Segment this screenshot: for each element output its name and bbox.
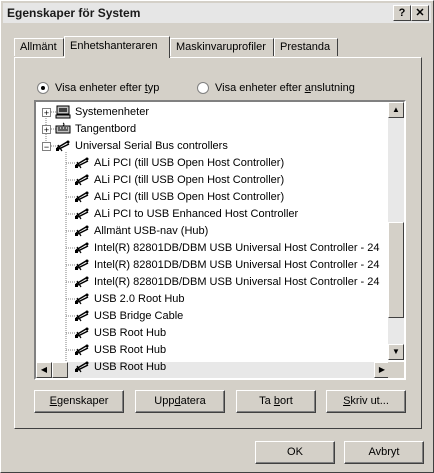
tree-item-label: USB Bridge Cable bbox=[94, 310, 184, 322]
tab-hardware-profiles[interactable]: Maskinvaruprofiler bbox=[170, 38, 274, 56]
expand-toggle-icon[interactable]: + bbox=[42, 107, 51, 117]
tree-device-item[interactable]: USB Root Hub bbox=[74, 359, 166, 375]
tree-device-item[interactable]: ALi PCI (till USB Open Host Controller) bbox=[74, 155, 284, 171]
tree-device-item[interactable]: USB 2.0 Root Hub bbox=[74, 291, 185, 307]
tree-device-item[interactable]: ALi PCI (till USB Open Host Controller) bbox=[74, 172, 284, 188]
tree-item-label: Systemenheter bbox=[75, 106, 149, 118]
tree-device-item[interactable]: Intel(R) 82801DB/DBM USB Universal Host … bbox=[74, 274, 380, 290]
device-tree[interactable]: ▲ ▼ ◀ ▶ + Systemenheter + Tangentbord − Unive… bbox=[34, 100, 406, 380]
tree-item-label: ALi PCI (till USB Open Host Controller) bbox=[94, 174, 285, 186]
tree-item-label: USB Root Hub bbox=[94, 344, 167, 356]
keyboard-icon bbox=[55, 122, 71, 136]
usb-icon bbox=[74, 275, 90, 289]
usb-icon bbox=[74, 241, 90, 255]
tree-item-label: Allmänt USB-nav (Hub) bbox=[94, 225, 209, 237]
tree-category[interactable]: + Tangentbord bbox=[42, 121, 136, 137]
scroll-left-button[interactable]: ◀ bbox=[36, 362, 52, 378]
usb-icon bbox=[74, 207, 90, 221]
tree-item-label: Intel(R) 82801DB/DBM USB Universal Host … bbox=[94, 276, 380, 288]
usb-icon bbox=[74, 343, 90, 357]
tree-item-label: USB Root Hub bbox=[94, 327, 167, 339]
scroll-thumb[interactable] bbox=[388, 222, 404, 318]
ok-button[interactable]: OK bbox=[255, 441, 335, 464]
tree-device-item[interactable]: Allmänt USB-nav (Hub) bbox=[74, 223, 208, 239]
tree-item-label: Universal Serial Bus controllers bbox=[75, 140, 228, 152]
help-button[interactable]: ? bbox=[393, 5, 411, 21]
tree-item-label: ALi PCI (till USB Open Host Controller) bbox=[94, 157, 285, 169]
usb-icon bbox=[74, 292, 90, 306]
expand-toggle-icon[interactable]: − bbox=[42, 141, 51, 151]
usb-icon bbox=[55, 139, 71, 153]
tab-performance[interactable]: Prestanda bbox=[274, 38, 338, 56]
tree-item-label: ALi PCI to USB Enhanced Host Controller bbox=[94, 208, 299, 220]
usb-icon bbox=[74, 173, 90, 187]
horizontal-scroll-thumb[interactable] bbox=[52, 362, 68, 378]
tree-item-label: USB Root Hub bbox=[94, 361, 167, 373]
tree-device-item[interactable]: ALi PCI to USB Enhanced Host Controller bbox=[74, 206, 298, 222]
tree-category[interactable]: − Universal Serial Bus controllers bbox=[42, 138, 228, 154]
radio-view-by-connection[interactable]: Visa enheter efter anslutning bbox=[197, 82, 355, 94]
remove-button[interactable]: Ta bort bbox=[236, 390, 316, 413]
scroll-down-button[interactable]: ▼ bbox=[388, 344, 404, 360]
scroll-up-button[interactable]: ▲ bbox=[388, 102, 404, 118]
tree-item-label: Tangentbord bbox=[75, 123, 137, 135]
tree-device-item[interactable]: Intel(R) 82801DB/DBM USB Universal Host … bbox=[74, 257, 380, 273]
computer-icon bbox=[55, 105, 71, 119]
tree-category[interactable]: + Systemenheter bbox=[42, 104, 149, 120]
print-button[interactable]: Skriv ut... bbox=[326, 390, 406, 413]
radio-selected-icon bbox=[37, 82, 49, 94]
properties-button[interactable]: Egenskaper bbox=[34, 390, 124, 413]
refresh-button[interactable]: Uppdatera bbox=[135, 390, 225, 413]
tree-device-item[interactable]: ALi PCI (till USB Open Host Controller) bbox=[74, 189, 284, 205]
usb-icon bbox=[74, 190, 90, 204]
radio-label: Visa enheter efter typ bbox=[55, 82, 160, 94]
tree-item-label: USB 2.0 Root Hub bbox=[94, 293, 185, 305]
tree-item-label: Intel(R) 82801DB/DBM USB Universal Host … bbox=[94, 259, 380, 271]
tree-device-item[interactable]: USB Bridge Cable bbox=[74, 308, 183, 324]
tab-general[interactable]: Allmänt bbox=[14, 38, 64, 56]
window-title: Egenskaper för System bbox=[7, 6, 141, 20]
title-bar[interactable]: Egenskaper för System ? ✕ bbox=[3, 3, 431, 23]
tree-device-item[interactable]: USB Root Hub bbox=[74, 325, 166, 341]
usb-icon bbox=[74, 360, 90, 374]
usb-icon bbox=[74, 156, 90, 170]
vertical-scrollbar[interactable]: ▲ ▼ bbox=[388, 102, 404, 360]
tree-item-label: ALi PCI (till USB Open Host Controller) bbox=[94, 191, 285, 203]
usb-icon bbox=[74, 326, 90, 340]
scroll-corner bbox=[388, 362, 404, 378]
tab-device-manager[interactable]: Enhetshanteraren bbox=[64, 36, 170, 58]
cancel-button[interactable]: Avbryt bbox=[344, 441, 424, 464]
radio-unselected-icon bbox=[197, 82, 209, 94]
usb-icon bbox=[74, 309, 90, 323]
tree-device-item[interactable]: USB Root Hub bbox=[74, 342, 166, 358]
usb-icon bbox=[74, 258, 90, 272]
expand-toggle-icon[interactable]: + bbox=[42, 124, 51, 134]
radio-view-by-type[interactable]: Visa enheter efter typ bbox=[37, 82, 159, 94]
radio-label: Visa enheter efter anslutning bbox=[215, 82, 355, 94]
tree-device-item[interactable]: Intel(R) 82801DB/DBM USB Universal Host … bbox=[74, 240, 380, 256]
usb-icon bbox=[74, 224, 90, 238]
tree-item-label: Intel(R) 82801DB/DBM USB Universal Host … bbox=[94, 242, 380, 254]
close-button[interactable]: ✕ bbox=[411, 5, 429, 21]
